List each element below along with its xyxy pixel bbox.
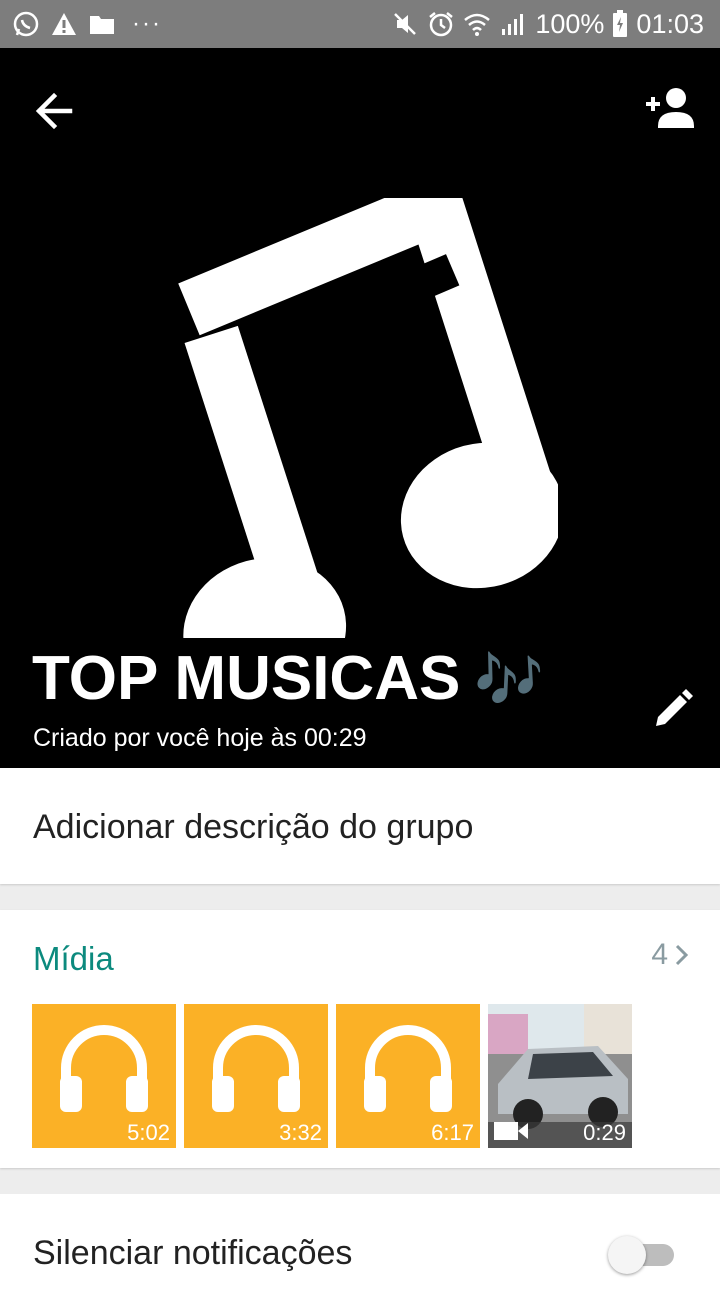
warning-icon [52,13,76,35]
media-count-link[interactable]: 4 [651,938,690,972]
folder-icon [90,16,114,34]
mute-notifications-label: Silenciar notificações [33,1234,353,1272]
media-thumbnail-audio[interactable]: 6:17 [336,1004,480,1148]
chevron-right-icon [675,944,689,966]
music-note-icon [178,198,558,638]
mute-icon [394,13,417,35]
headphones-icon [60,1025,148,1112]
media-duration: 0:29 [583,1120,626,1145]
whatsapp-icon [13,11,39,37]
signal-icon [502,14,524,35]
add-person-icon[interactable] [642,84,698,136]
mute-toggle[interactable] [608,1236,676,1274]
add-description-button[interactable]: Adicionar descrição do grupo [33,808,473,847]
wifi-icon [464,13,491,36]
group-title: TOP MUSICAS 🎶 [32,644,544,715]
toggle-knob [608,1236,646,1274]
media-duration: 3:32 [279,1120,322,1145]
battery-icon [613,10,628,37]
battery-percentage: 100% [535,8,605,39]
music-notes-emoji: 🎶 [474,648,545,711]
group-header: TOP MUSICAS 🎶 Criado por você hoje às 00:… [0,48,720,768]
created-info: Criado por você hoje às 00:29 [33,724,367,752]
alarm-icon [429,12,454,37]
media-count: 4 [651,938,668,971]
arrow-back-icon[interactable] [30,86,80,136]
pencil-icon[interactable] [650,688,694,732]
media-thumbnail-audio[interactable]: 5:02 [32,1004,176,1148]
media-duration: 5:02 [127,1120,170,1145]
media-title: Mídia [33,940,114,977]
media-thumbnail-audio[interactable]: 3:32 [184,1004,328,1148]
headphones-icon [212,1025,300,1112]
mute-notifications-row[interactable]: Silenciar notificações [0,1194,720,1294]
description-section: Adicionar descrição do grupo [0,768,720,884]
status-bar: ··· 100% 01:03 [0,0,720,48]
clock: 01:03 [636,8,704,39]
video-camera-icon [494,1122,528,1140]
more-notifications: ··· [132,10,162,37]
headphones-icon [364,1025,452,1112]
media-duration: 6:17 [431,1120,474,1145]
media-thumbnail-video[interactable]: 0:29 [488,1004,632,1148]
media-section: Mídia 4 5:02 3:32 6:17 0:29 [0,910,720,1168]
group-name: TOP MUSICAS [32,644,461,713]
